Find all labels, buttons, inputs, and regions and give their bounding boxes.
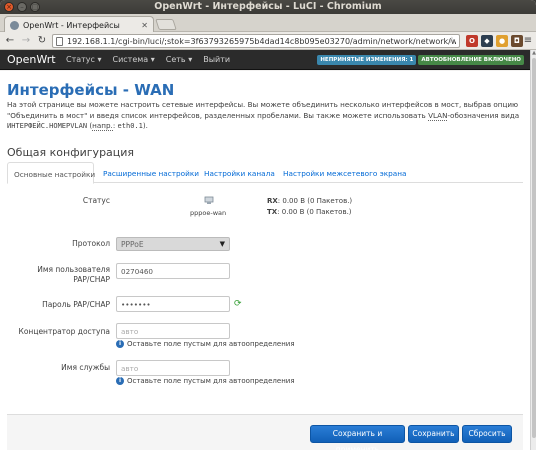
menu-item-logout[interactable]: Выйти <box>203 55 230 64</box>
autorefresh-badge[interactable]: АВТООБНОВЛЕНИЕ ВКЛЮЧЕНО <box>418 55 524 65</box>
access-concentrator-input[interactable]: авто <box>116 323 230 339</box>
network-device-icon <box>204 196 214 204</box>
page-icon <box>56 36 63 46</box>
vlan-abbr: VLAN <box>428 110 448 121</box>
main-menu: Статус ▾ Система ▾ Сеть ▾ Выйти <box>66 55 230 64</box>
protocol-label: Протокол <box>72 239 110 248</box>
tab-close-icon[interactable]: ✕ <box>141 21 148 30</box>
password-label: Пароль PAP/CHAP <box>42 300 110 309</box>
tab-advanced-settings[interactable]: Расширенные настройки <box>97 162 205 183</box>
config-tabs: Основные настройки Расширенные настройки… <box>7 162 523 184</box>
service-name-input[interactable]: авто <box>116 360 230 376</box>
url-text: 192.168.1.1/cgi-bin/luci/;stok=3f6379326… <box>67 36 456 46</box>
info-icon: i <box>116 377 124 385</box>
bookmark-star-icon[interactable]: ☆ <box>448 35 456 47</box>
os-title-bar: × – □ OpenWrt - Интерфейсы - LuCI - Chro… <box>0 0 536 14</box>
browser-window: × – □ OpenWrt - Интерфейсы - LuCI - Chro… <box>0 0 536 450</box>
rx-value: : 0.00 B (0 Пакетов.) <box>277 197 353 205</box>
browser-tab-title: OpenWrt - Интерфейсы <box>23 20 120 30</box>
page-description: На этой странице вы можете настроить сет… <box>7 100 520 131</box>
extension-shield-icon[interactable]: ◆ <box>481 35 493 47</box>
menu-item-status[interactable]: Статус ▾ <box>66 55 102 64</box>
browser-tab[interactable]: OpenWrt - Интерфейсы ✕ <box>4 16 154 33</box>
access-concentrator-hint: i Оставьте поле пустым для автоопределен… <box>116 340 295 348</box>
reset-button[interactable]: Сбросить <box>462 425 512 443</box>
protocol-select[interactable]: PPPoE ▼ <box>116 237 230 251</box>
save-apply-button[interactable]: Сохранить и применить <box>310 425 405 450</box>
access-concentrator-label: Концентратор доступа <box>18 327 110 336</box>
reveal-password-icon[interactable]: ⟳ <box>234 299 242 309</box>
page-content: Интерфейсы - WAN На этой странице вы мож… <box>0 71 530 450</box>
extension-person-icon[interactable]: ● <box>496 35 508 47</box>
reload-icon[interactable]: ↻ <box>35 34 49 48</box>
chevron-down-icon: ▼ <box>219 240 225 248</box>
service-name-label: Имя службы <box>61 363 110 372</box>
browser-toolbar: ← → ↻ 192.168.1.1/cgi-bin/luci/;stok=3f6… <box>0 32 536 50</box>
general-settings-panel: Статус pppoe-wan RX: 0.00 B (0 Пакетов.)… <box>7 183 523 411</box>
section-title: Общая конфигурация <box>7 146 135 159</box>
form-actions: Сохранить и применить Сохранить Сбросить <box>7 414 523 450</box>
menu-item-network[interactable]: Сеть ▾ <box>166 55 192 64</box>
back-arrow-icon[interactable]: ← <box>3 34 17 48</box>
scroll-thumb[interactable] <box>532 58 536 438</box>
save-button[interactable]: Сохранить <box>408 425 459 443</box>
scroll-up-icon[interactable]: ▲ <box>531 50 536 56</box>
page-title: Интерфейсы - WAN <box>7 81 175 99</box>
window-title: OpenWrt - Интерфейсы - LuCI - Chromium <box>154 1 382 12</box>
unsaved-changes-badge[interactable]: НЕПРИНЯТЫЕ ИЗМЕНЕНИЯ: 1 <box>317 55 417 65</box>
status-label: Статус <box>82 196 110 205</box>
menu-item-system[interactable]: Система ▾ <box>113 55 155 64</box>
tab-general-settings[interactable]: Основные настройки <box>7 162 95 184</box>
luci-navbar: OpenWrt Статус ▾ Система ▾ Сеть ▾ Выйти … <box>0 50 530 70</box>
brand-logo[interactable]: OpenWrt <box>7 53 56 66</box>
page-scrollbar[interactable]: ▲ <box>530 50 536 450</box>
browser-tab-strip: OpenWrt - Интерфейсы ✕ <box>0 14 536 33</box>
username-label: Имя пользователя PAP/CHAP <box>37 265 110 284</box>
password-input[interactable]: ••••••• <box>116 296 230 312</box>
new-tab-button[interactable] <box>155 19 177 30</box>
username-input[interactable]: 0270460 <box>116 263 230 279</box>
tab-firewall-settings[interactable]: Настройки межсетевого экрана <box>277 162 412 183</box>
tab-physical-settings[interactable]: Настройки канала <box>198 162 281 183</box>
globe-icon <box>10 20 19 30</box>
extension-opera-icon[interactable]: O <box>466 35 478 47</box>
traffic-counters: RX: 0.00 B (0 Пакетов.) TX: 0.00 B (0 Па… <box>267 197 353 216</box>
forward-arrow-icon[interactable]: → <box>19 34 33 48</box>
info-icon: i <box>116 340 124 348</box>
service-name-hint: i Оставьте поле пустым для автоопределен… <box>116 377 295 385</box>
menu-hamburger-icon[interactable]: ≡ <box>521 34 535 48</box>
status-device-name: pppoe-wan <box>190 209 227 217</box>
address-bar[interactable]: 192.168.1.1/cgi-bin/luci/;stok=3f6379326… <box>52 34 460 48</box>
tx-value: : 0.00 B (0 Пакетов.) <box>277 208 352 216</box>
